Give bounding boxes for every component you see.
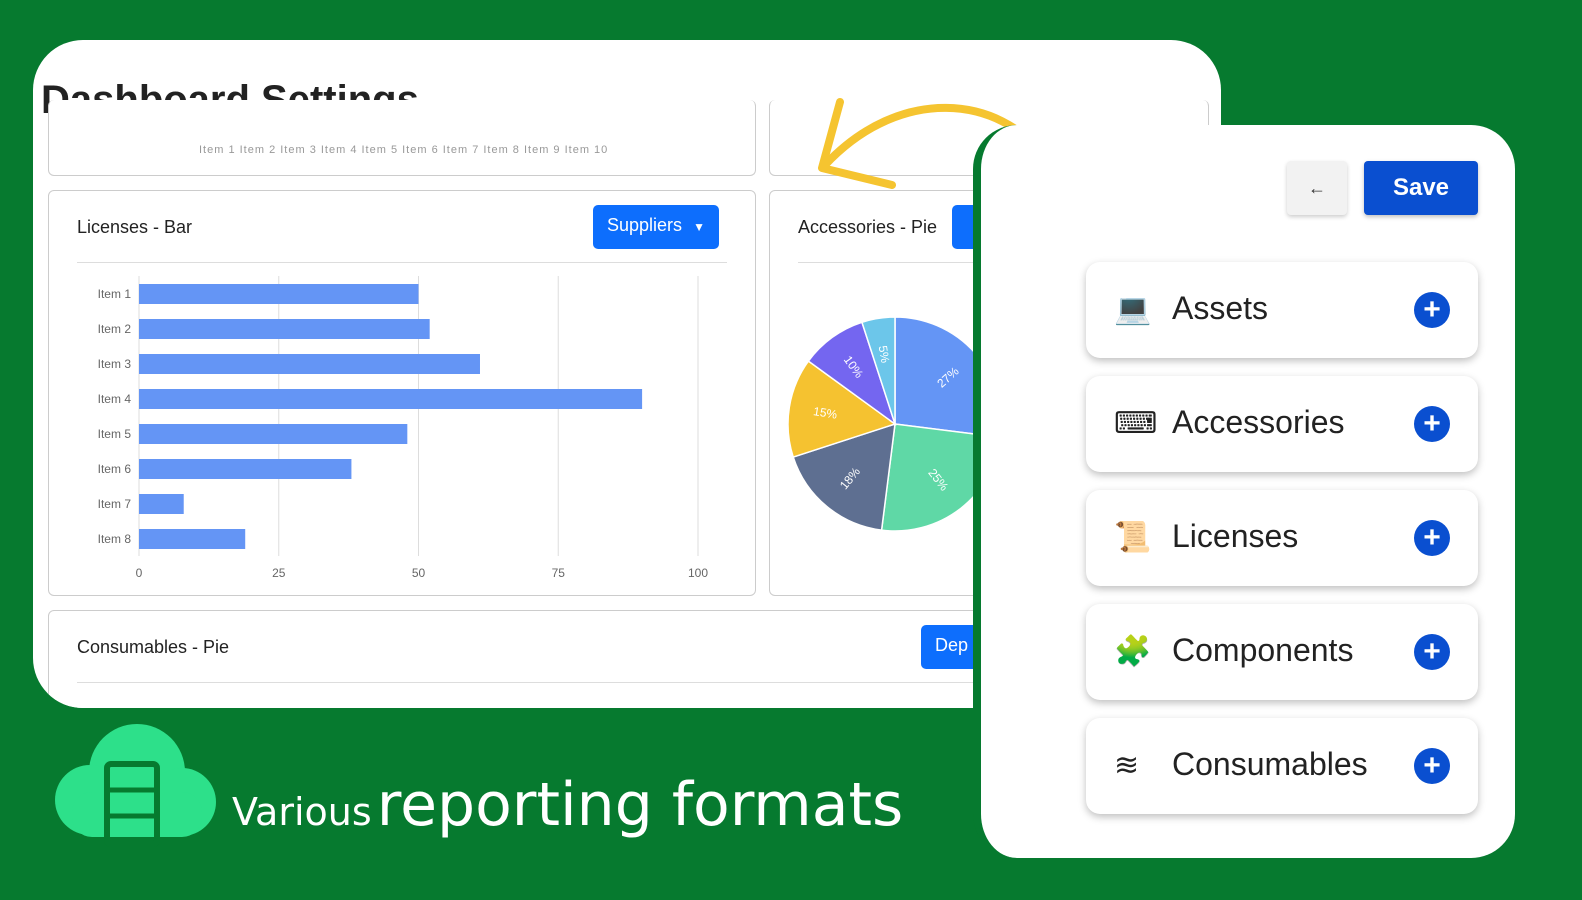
bar — [139, 389, 643, 409]
x-tick-label: 25 — [272, 566, 286, 580]
save-button[interactable]: Save — [1364, 161, 1478, 215]
y-tick-label: Item 8 — [98, 532, 132, 546]
add-widget-button[interactable]: + — [1414, 520, 1450, 556]
caption-small: Various — [232, 790, 372, 834]
y-tick-label: Item 4 — [98, 392, 132, 406]
widget-item-consumables[interactable]: ≋ Consumables + — [1086, 718, 1478, 814]
add-widget-button[interactable]: + — [1414, 406, 1450, 442]
layers-icon: ≋ — [1114, 749, 1140, 782]
bar — [139, 284, 419, 304]
scroll-icon: 📜 — [1114, 521, 1152, 554]
x-tick-label: 0 — [136, 566, 143, 580]
dropdown-label: Dep — [935, 635, 969, 655]
x-tick-label: 75 — [552, 566, 566, 580]
puzzle-icon: 🧩 — [1114, 635, 1152, 668]
widget-label: Accessories — [1172, 404, 1345, 440]
add-widget-button[interactable]: + — [1414, 748, 1450, 784]
y-tick-label: Item 6 — [98, 462, 132, 476]
back-button[interactable]: ← — [1287, 161, 1347, 215]
widget-item-assets[interactable]: 💻 Assets + — [1086, 262, 1478, 358]
widget-item-licenses[interactable]: 📜 Licenses + — [1086, 490, 1478, 586]
bar — [139, 354, 480, 374]
x-tick-label: 50 — [412, 566, 426, 580]
widget-label: Assets — [1172, 290, 1269, 326]
top-chart-card: Item 1 Item 2 Item 3 Item 4 Item 5 Item … — [48, 100, 756, 176]
bar — [139, 424, 408, 444]
caption: Various reporting formats — [232, 770, 903, 840]
bar — [139, 494, 184, 514]
widget-item-accessories[interactable]: ⌨ Accessories + — [1086, 376, 1478, 472]
widget-label: Licenses — [1172, 518, 1299, 554]
laptop-icon: 💻 — [1114, 293, 1152, 326]
x-tick-labels: Item 1 Item 2 Item 3 Item 4 Item 5 Item … — [199, 144, 609, 156]
keyboard-icon: ⌨ — [1114, 407, 1158, 440]
y-tick-label: Item 5 — [98, 427, 132, 441]
add-widget-button[interactable]: + — [1414, 292, 1450, 328]
y-tick-label: Item 7 — [98, 497, 132, 511]
y-tick-label: Item 1 — [98, 287, 132, 301]
y-tick-label: Item 3 — [98, 357, 132, 371]
card-title: Consumables - Pie — [77, 637, 230, 657]
bar — [139, 319, 430, 339]
widget-item-components[interactable]: 🧩 Components + — [1086, 604, 1478, 700]
y-tick-label: Item 2 — [98, 322, 132, 336]
widget-label: Components — [1172, 632, 1354, 668]
bar — [139, 529, 246, 549]
add-widget-button[interactable]: + — [1414, 634, 1450, 670]
x-tick-label: 100 — [688, 566, 708, 580]
caption-large: reporting formats — [376, 770, 904, 840]
bar — [139, 459, 352, 479]
bar-chart: 0 25 50 75 100 Item 1 Item 2 Item 3 Item 4 Item 5… — [98, 276, 708, 580]
widget-sidebar: ← Save 💻 Assets + ⌨ Accessories + 📜 Licenses + 🧩 C… — [973, 125, 1515, 858]
cloud-server-logo — [55, 724, 216, 847]
widget-label: Consumables — [1172, 746, 1368, 782]
licenses-bar-card: Licenses - Bar Suppliers ▼ 0 25 50 75 100 Ite… — [48, 190, 756, 596]
slice-label: 5% — [876, 345, 893, 365]
